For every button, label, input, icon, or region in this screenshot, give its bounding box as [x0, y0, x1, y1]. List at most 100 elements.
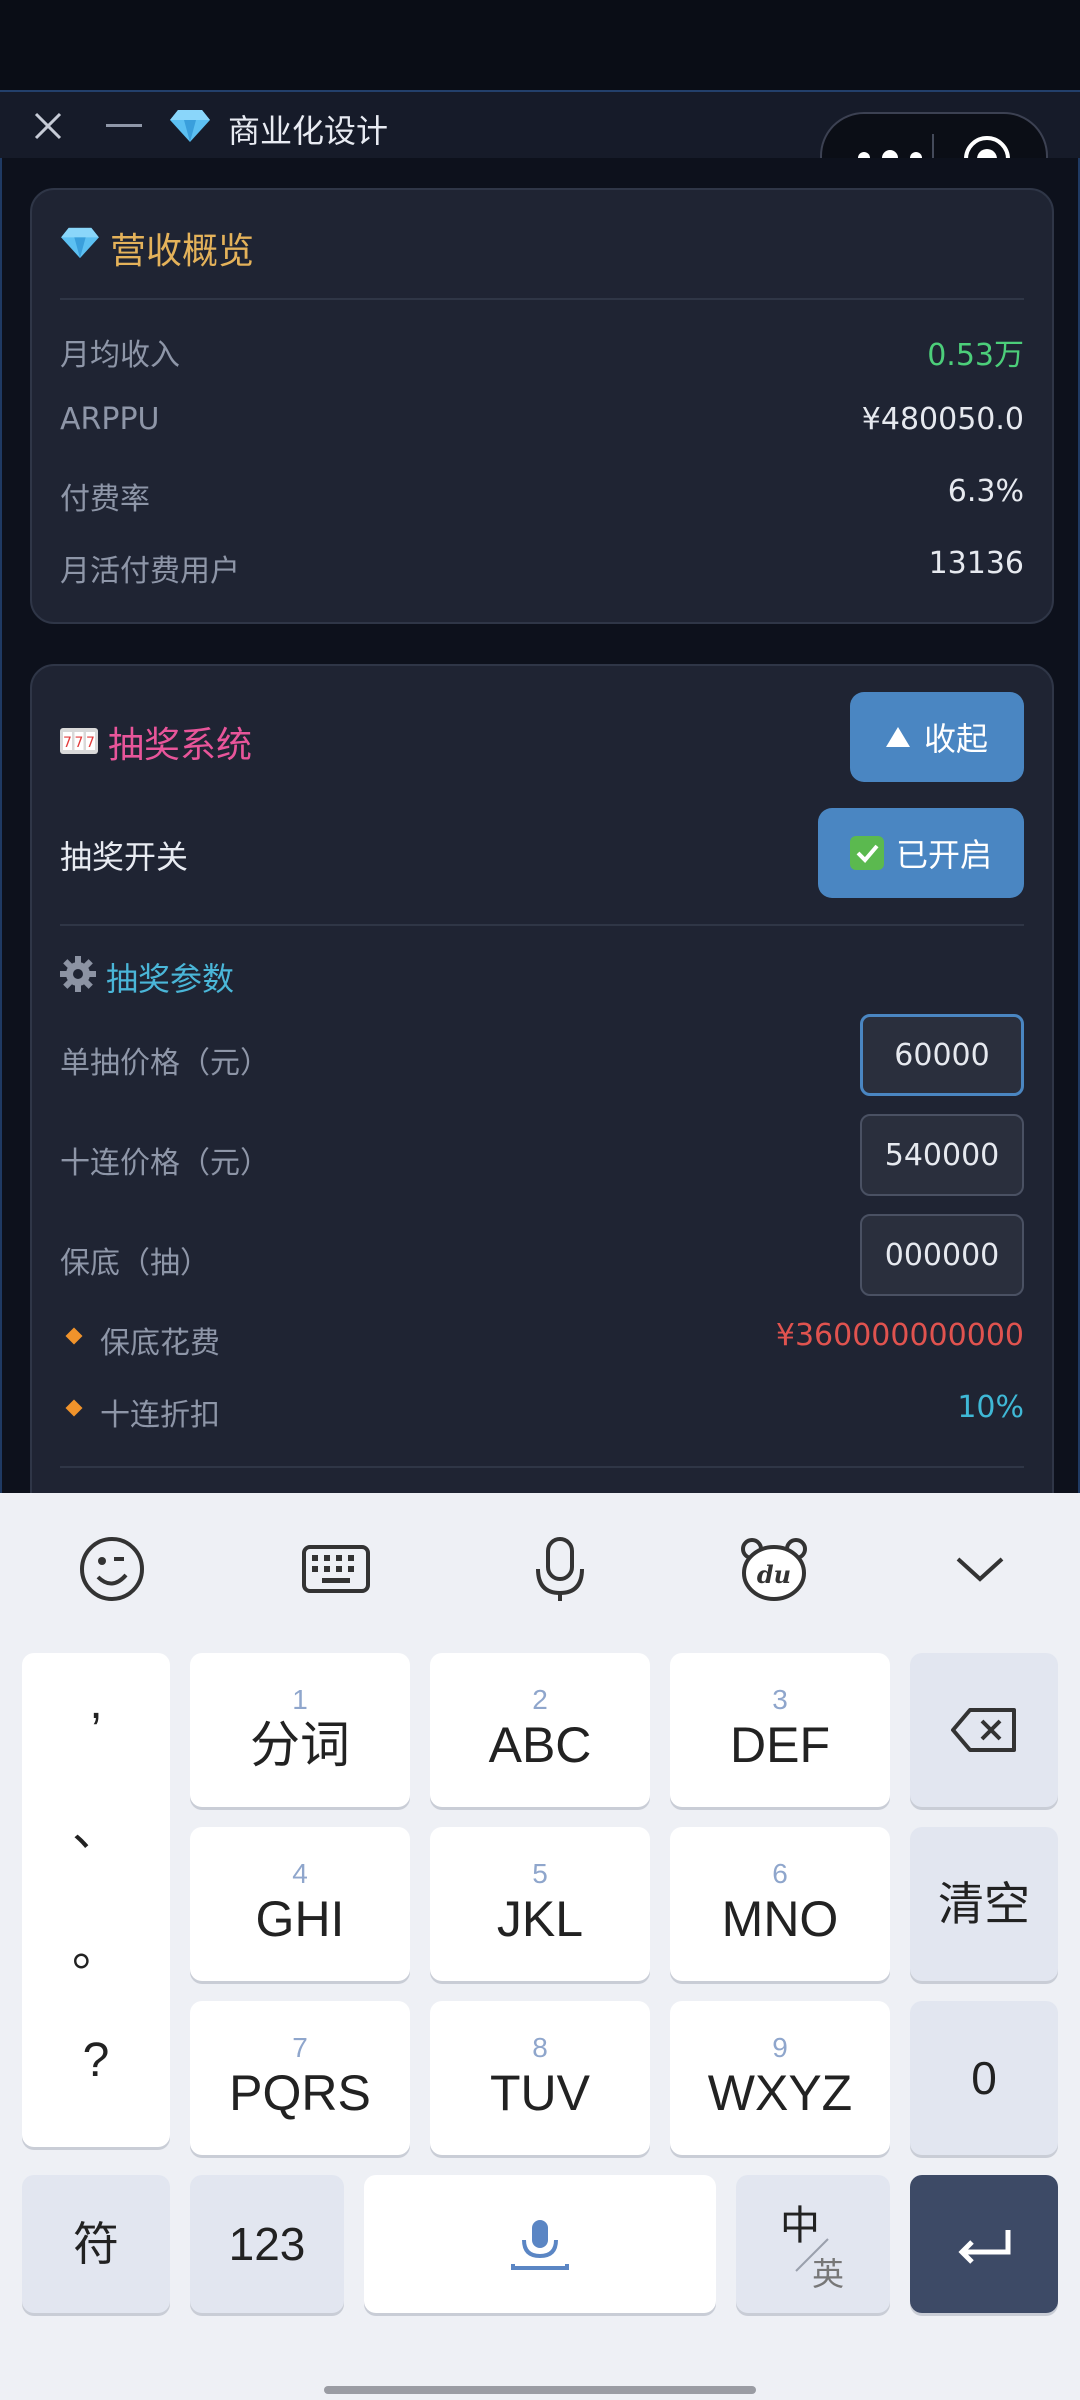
lang-en-label: 英	[812, 2256, 845, 2292]
backspace-key[interactable]	[910, 1653, 1058, 1807]
gem-icon	[61, 227, 99, 259]
key-8[interactable]: 8 TUV	[430, 2001, 650, 2155]
pay-rate-label: 付费率	[60, 482, 150, 517]
key-num: 5	[532, 1858, 548, 1889]
keyboard-icon[interactable]	[298, 1531, 374, 1607]
key-num: 6	[772, 1858, 788, 1889]
svg-text:7: 7	[75, 735, 84, 751]
arppu-value: ¥480050.0	[861, 402, 1024, 437]
minimize-icon[interactable]	[106, 124, 142, 127]
du-bear-icon[interactable]: du	[736, 1531, 812, 1607]
lottery-switch-label: 抽奖开关	[60, 838, 189, 876]
emoji-icon[interactable]	[74, 1531, 150, 1607]
ime-keyboard: du , 、 。 ? 1 分词 2 ABC 3 DEF 4 GHI 5 JKL	[0, 1493, 1080, 2400]
key-4[interactable]: 4 GHI	[190, 1827, 410, 1981]
pay-rate-value: 6.3%	[947, 474, 1024, 509]
key-label: DEF	[730, 1717, 830, 1773]
arppu-label: ARPPU	[60, 402, 160, 437]
key-2[interactable]: 2 ABC	[430, 1653, 650, 1807]
switch-state-label: 已开启	[895, 836, 992, 874]
key-1[interactable]: 1 分词	[190, 1653, 410, 1807]
key-label: 分词	[250, 1717, 350, 1773]
window-title: 商业化设计	[228, 112, 389, 150]
mau-paying-label: 月活付费用户	[60, 554, 240, 589]
key-6[interactable]: 6 MNO	[670, 1827, 890, 1981]
key-7[interactable]: 7 PQRS	[190, 2001, 410, 2155]
key-num: 2	[532, 1684, 548, 1715]
monthly-revenue-value: 0.53万	[927, 338, 1024, 373]
key-label: GHI	[255, 1891, 345, 1947]
gem-icon	[170, 110, 210, 142]
pity-cost-value: ¥360000000000	[775, 1318, 1024, 1353]
home-indicator[interactable]	[324, 2386, 756, 2394]
key-label: TUV	[490, 2065, 590, 2121]
pause-comma-key[interactable]: 、	[22, 1789, 170, 1859]
symbol-key[interactable]: 符	[22, 2175, 170, 2313]
monthly-revenue-label: 月均收入	[60, 338, 180, 373]
key-3[interactable]: 3 DEF	[670, 1653, 890, 1807]
ten-pull-discount-value: 10%	[957, 1390, 1024, 1425]
single-price-input[interactable]: 60000	[860, 1014, 1024, 1096]
collapse-label: 收起	[923, 720, 988, 758]
clear-label: 清空	[938, 1878, 1030, 1930]
svg-text:7: 7	[63, 735, 72, 751]
key-label: ABC	[488, 1717, 592, 1773]
main-content[interactable]: 营收概览 月均收入 0.53万 ARPPU ¥480050.0 付费率 6.3%…	[0, 158, 1080, 1493]
lottery-switch-toggle[interactable]: 已开启	[818, 808, 1024, 898]
revenue-overview-card: 营收概览 月均收入 0.53万 ARPPU ¥480050.0 付费率 6.3%…	[30, 188, 1054, 624]
enter-icon	[958, 2230, 1011, 2264]
key-label: WXYZ	[707, 2065, 853, 2121]
pity-count-label: 保底（抽）	[60, 1246, 210, 1281]
pity-cost-label: 保底花费	[100, 1326, 220, 1361]
zero-label: 0	[971, 2052, 997, 2104]
close-icon[interactable]	[28, 106, 68, 146]
key-num: 1	[292, 1684, 308, 1715]
svg-text:du: du	[757, 1560, 791, 1589]
keyboard-toolbar: du	[0, 1493, 1080, 1643]
backspace-icon	[951, 1708, 1016, 1752]
punctuation-column[interactable]: , 、 。 ?	[22, 1653, 170, 2147]
microphone-icon[interactable]	[522, 1531, 598, 1607]
lottery-system-title: 抽奖系统	[108, 725, 253, 766]
diamond-bullet-icon	[65, 1399, 83, 1417]
gear-icon	[60, 956, 96, 992]
lottery-system-card: 7 7 7 抽奖系统 收起 抽奖开关 已开启 抽奖参数 单抽价格（元） 6000…	[30, 664, 1054, 1493]
triangle-up-icon	[885, 727, 910, 747]
voice-space-icon	[511, 2220, 569, 2270]
single-price-label: 单抽价格（元）	[60, 1046, 270, 1081]
period-key[interactable]: 。	[22, 1909, 170, 1979]
lottery-params-title: 抽奖参数	[106, 960, 235, 998]
divider	[60, 924, 1024, 926]
symbol-label: 符	[73, 2218, 119, 2270]
divider	[60, 1466, 1024, 1468]
zero-key[interactable]: 0	[910, 2001, 1058, 2155]
key-num: 7	[292, 2032, 308, 2063]
space-key[interactable]	[364, 2175, 716, 2313]
clear-key[interactable]: 清空	[910, 1827, 1058, 1981]
collapse-button[interactable]: 收起	[850, 692, 1024, 782]
slot-machine-icon: 7 7 7	[60, 728, 98, 754]
revenue-overview-title: 营收概览	[110, 231, 255, 272]
numeric-label: 123	[228, 2218, 306, 2270]
ten-pull-price-label: 十连价格（元）	[60, 1146, 270, 1181]
numeric-key[interactable]: 123	[190, 2175, 344, 2313]
chevron-down-icon[interactable]	[942, 1531, 1018, 1607]
status-bar	[0, 0, 1080, 90]
diamond-bullet-icon	[65, 1327, 83, 1345]
key-label: PQRS	[229, 2065, 371, 2121]
ten-pull-discount-label: 十连折扣	[100, 1398, 220, 1433]
mau-paying-value: 13136	[928, 546, 1024, 581]
ten-pull-price-input[interactable]: 540000	[860, 1114, 1024, 1196]
question-key[interactable]: ?	[22, 2033, 170, 2088]
key-5[interactable]: 5 JKL	[430, 1827, 650, 1981]
key-num: 9	[772, 2032, 788, 2063]
check-box-icon	[849, 836, 884, 870]
key-num: 3	[772, 1684, 788, 1715]
language-switch-key[interactable]: 中 英	[736, 2175, 890, 2313]
divider	[60, 298, 1024, 300]
key-label: MNO	[721, 1891, 839, 1947]
enter-key[interactable]	[910, 2175, 1058, 2313]
key-9[interactable]: 9 WXYZ	[670, 2001, 890, 2155]
pity-count-input[interactable]: 000000	[860, 1214, 1024, 1296]
comma-key[interactable]: ,	[22, 1675, 170, 1730]
